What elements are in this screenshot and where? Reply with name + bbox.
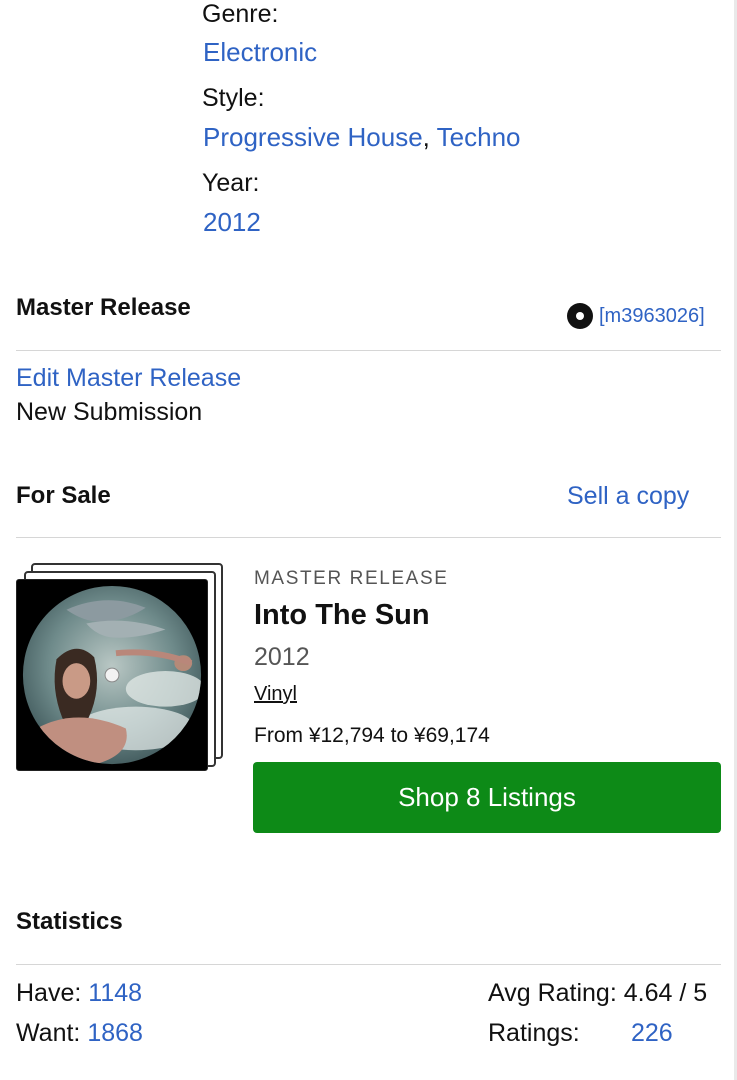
master-id[interactable]: [m3963026]	[567, 303, 705, 329]
style-link-techno[interactable]: Techno	[437, 122, 521, 152]
item-kicker: MASTER RELEASE	[254, 568, 449, 589]
avg-rating-label: Avg Rating:	[488, 979, 617, 1007]
ratings-count-link[interactable]: 226	[631, 1019, 673, 1048]
item-format-link[interactable]: Vinyl	[254, 683, 297, 706]
want-stat: Want: 1868	[16, 1019, 143, 1048]
style-values: Progressive House, Techno	[203, 122, 521, 153]
statistics-heading: Statistics	[16, 908, 123, 935]
new-submission-text: New Submission	[16, 398, 203, 426]
for-sale-heading: For Sale	[16, 482, 111, 509]
have-stat: Have: 1148	[16, 979, 142, 1008]
master-id-link[interactable]: [m3963026]	[599, 305, 705, 328]
genre-link[interactable]: Electronic	[203, 37, 317, 68]
shop-listings-button[interactable]: Shop 8 Listings	[253, 762, 721, 833]
divider	[16, 537, 721, 538]
want-label: Want:	[16, 1019, 81, 1047]
want-count-link[interactable]: 1868	[87, 1019, 143, 1047]
avg-rating-value: 4.64 / 5	[623, 979, 708, 1007]
avg-rating-stat: Avg Rating: 4.64 / 5	[488, 979, 707, 1008]
master-release-heading: Master Release	[16, 294, 191, 321]
picture-disc-art	[22, 585, 202, 765]
have-count-link[interactable]: 1148	[88, 979, 142, 1007]
year-link[interactable]: 2012	[203, 207, 261, 238]
album-cover-image[interactable]	[16, 579, 208, 771]
ratings-label: Ratings:	[488, 1019, 580, 1047]
style-label: Style:	[202, 84, 265, 112]
genre-label: Genre:	[202, 0, 279, 28]
sell-a-copy-link[interactable]: Sell a copy	[567, 482, 689, 511]
year-label: Year:	[202, 169, 260, 197]
vinyl-disc-icon	[567, 303, 593, 329]
item-price-range: From ¥12,794 to ¥69,174	[254, 724, 490, 747]
item-year: 2012	[254, 643, 310, 671]
divider	[16, 964, 721, 965]
divider	[16, 350, 721, 351]
have-label: Have:	[16, 979, 82, 1007]
item-title-link[interactable]: Into The Sun	[254, 599, 430, 632]
style-separator: ,	[422, 122, 430, 152]
edit-master-release-link[interactable]: Edit Master Release	[16, 364, 241, 393]
style-link-progressive-house[interactable]: Progressive House	[203, 122, 423, 152]
